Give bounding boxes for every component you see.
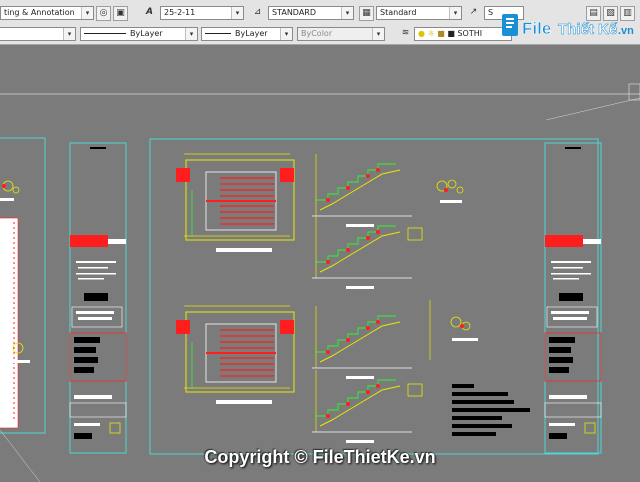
multileader-style-icon[interactable]: ↗ <box>466 6 481 21</box>
text-style-icon[interactable]: A <box>142 6 157 21</box>
bulb-icon: ● <box>418 29 425 38</box>
layer-manager-icon[interactable]: ≋ <box>398 27 413 42</box>
sun-icon: ☼ <box>427 29 435 38</box>
brand-logo: File Thiết Kế .vn <box>500 4 640 44</box>
lineweight-sample <box>205 33 231 34</box>
brand-file-text: File <box>522 19 551 38</box>
text-style-dropdown[interactable]: 25-2-11 ▾ <box>160 6 244 20</box>
workspace-value: ting & Annotation <box>4 8 75 17</box>
chevron-down-icon: ▾ <box>280 28 292 40</box>
dim-style-value: STANDARD <box>272 8 317 17</box>
text-style-value: 25-2-11 <box>164 8 196 17</box>
chevron-down-icon: ▾ <box>185 28 197 40</box>
plotstyle-value: ByColor <box>301 29 333 38</box>
brand-logo-graphic: File Thiết Kế .vn <box>502 14 634 38</box>
main-sheet <box>149 138 599 455</box>
linetype-sample <box>84 33 126 34</box>
quick-select-icon[interactable]: ▣ <box>113 6 128 21</box>
multileader-style-value: S <box>488 8 494 17</box>
workspace-dropdown[interactable]: ting & Annotation ▾ <box>0 6 94 20</box>
chevron-down-icon: ▾ <box>372 28 384 40</box>
cad-drawing <box>0 83 640 482</box>
title-block-right <box>544 142 602 454</box>
linetype-value: ByLayer <box>130 29 163 38</box>
brand-suffix-text: .vn <box>618 25 634 37</box>
dim-style-dropdown[interactable]: STANDARD ▾ <box>268 6 354 20</box>
viewcube-icon[interactable] <box>628 83 640 101</box>
copyright-watermark: Copyright © FileThietKe.vn <box>204 447 436 467</box>
match-properties-icon[interactable]: ◎ <box>96 6 111 21</box>
lock-icon: ■ <box>437 29 445 38</box>
dim-style-icon[interactable]: ⊿ <box>250 6 265 21</box>
chevron-down-icon: ▾ <box>231 7 243 19</box>
lineweight-value: ByLayer <box>235 29 268 38</box>
chevron-down-icon: ▾ <box>449 7 461 19</box>
linetype-dropdown[interactable]: ByLayer ▾ <box>80 27 198 41</box>
table-style-icon[interactable]: ▦ <box>359 6 374 21</box>
layer-dropdown[interactable]: ▾ <box>0 27 76 41</box>
table-style-value: Standard <box>380 8 417 17</box>
plotstyle-dropdown[interactable]: ByColor ▾ <box>297 27 385 41</box>
notes-block <box>452 384 530 436</box>
layer-state-value: SOTHI <box>457 29 483 38</box>
brand-name-text: Thiết Kế <box>558 21 618 38</box>
lineweight-dropdown[interactable]: ByLayer ▾ <box>201 27 293 41</box>
layer-state-dropdown[interactable]: ● ☼ ■ ■ SOTHI <box>414 27 512 41</box>
drawing-canvas[interactable] <box>0 45 640 482</box>
chevron-down-icon: ▾ <box>341 7 353 19</box>
chevron-down-icon: ▾ <box>63 28 75 40</box>
table-style-dropdown[interactable]: Standard ▾ <box>376 6 462 20</box>
title-block-left <box>69 142 127 454</box>
left-sheet <box>0 137 46 482</box>
chevron-down-icon: ▾ <box>81 7 93 19</box>
color-swatch-icon: ■ <box>447 29 455 38</box>
